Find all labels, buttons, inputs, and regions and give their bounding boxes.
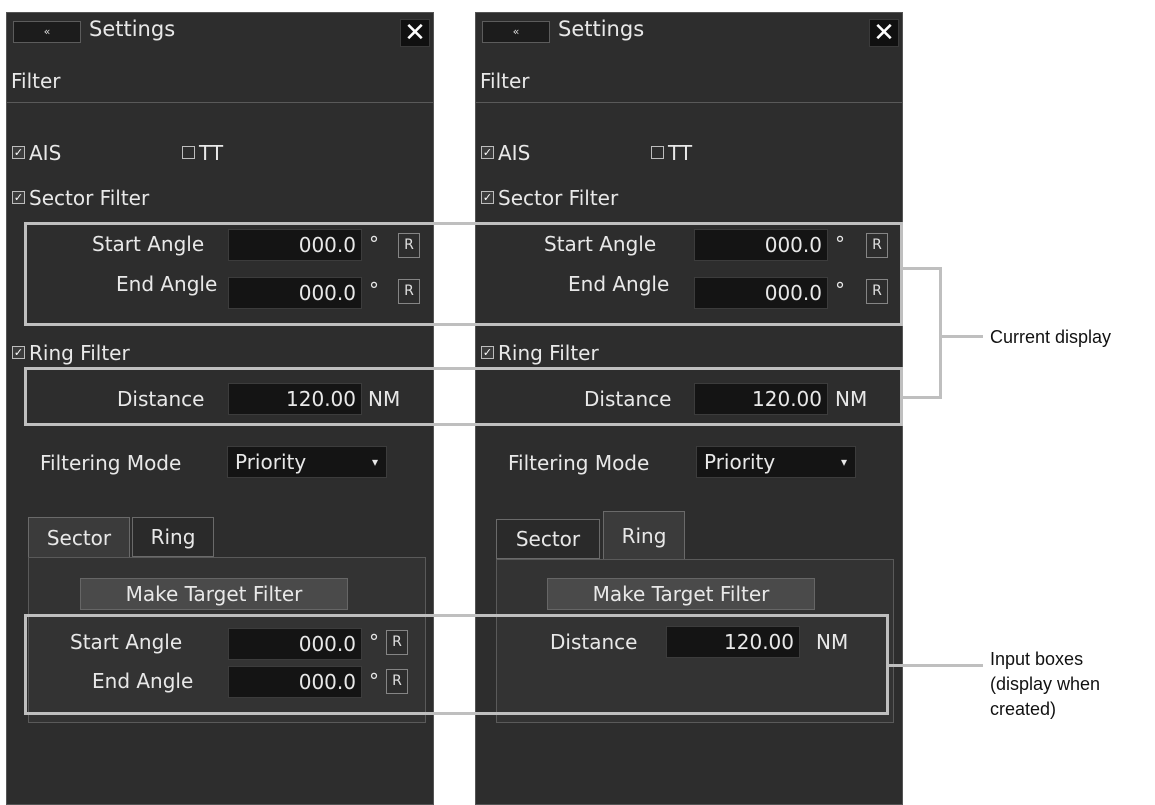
checkmark-icon: ✓	[12, 191, 25, 204]
tab-ring[interactable]: Ring	[132, 517, 214, 557]
ais-checkbox[interactable]: ✓ AIS	[12, 141, 61, 165]
checkmark-icon: ✓	[481, 146, 494, 159]
ais-label: AIS	[498, 141, 531, 165]
filtering-mode-value: Priority	[235, 450, 307, 474]
ais-label: AIS	[29, 141, 62, 165]
checkmark-icon: ✓	[12, 146, 25, 159]
ring-filter-checkbox[interactable]: ✓ Ring Filter	[481, 341, 599, 365]
divider	[476, 102, 902, 103]
ring-filter-checkbox[interactable]: ✓ Ring Filter	[12, 341, 130, 365]
ring-filter-label: Ring Filter	[498, 341, 599, 365]
double-chevron-left-icon: «	[43, 25, 51, 38]
ais-checkbox[interactable]: ✓ AIS	[481, 141, 530, 165]
tab-sector[interactable]: Sector	[496, 519, 600, 559]
leader-line	[942, 335, 983, 338]
make-target-filter-button[interactable]: Make Target Filter	[547, 578, 815, 610]
filtering-mode-label: Filtering Mode	[508, 451, 650, 475]
section-label-filter: Filter	[11, 69, 61, 93]
input-boxes-annotation: Input boxes (display when created)	[990, 649, 1101, 719]
leader-line	[889, 664, 983, 667]
sector-filter-label: Sector Filter	[29, 186, 150, 210]
close-icon: ✕	[404, 18, 426, 48]
panel-title: Settings	[558, 17, 645, 41]
filtering-mode-value: Priority	[704, 450, 776, 474]
close-button[interactable]: ✕	[400, 19, 430, 47]
bracket-line	[939, 267, 942, 399]
tt-label: TT	[668, 141, 693, 165]
tt-checkbox[interactable]: TT	[182, 141, 223, 165]
sector-filter-label: Sector Filter	[498, 186, 619, 210]
bracket-line	[903, 267, 942, 270]
filtering-mode-select[interactable]: Priority ▾	[227, 446, 387, 478]
close-button[interactable]: ✕	[869, 19, 899, 47]
double-chevron-left-icon: «	[512, 25, 520, 38]
tab-ring[interactable]: Ring	[603, 511, 685, 559]
checkbox-empty-icon	[651, 146, 664, 159]
caret-down-icon: ▾	[371, 455, 378, 469]
checkmark-icon: ✓	[481, 191, 494, 204]
sector-filter-checkbox[interactable]: ✓ Sector Filter	[481, 186, 618, 210]
sector-filter-checkbox[interactable]: ✓ Sector Filter	[12, 186, 149, 210]
ring-filter-label: Ring Filter	[29, 341, 130, 365]
bracket-line	[903, 396, 942, 399]
make-target-filter-button[interactable]: Make Target Filter	[80, 578, 348, 610]
title-bar: « Settings ✕	[476, 13, 902, 58]
tab-sector[interactable]: Sector	[28, 517, 130, 559]
current-display-sector-box	[24, 222, 903, 326]
title-bar: « Settings ✕	[7, 13, 433, 58]
collapse-button[interactable]: «	[482, 21, 550, 43]
checkmark-icon: ✓	[12, 346, 25, 359]
caret-down-icon: ▾	[840, 455, 847, 469]
panel-title: Settings	[89, 17, 176, 41]
filtering-mode-label: Filtering Mode	[40, 451, 182, 475]
current-display-ring-box	[24, 367, 903, 426]
collapse-button[interactable]: «	[13, 21, 81, 43]
tt-checkbox[interactable]: TT	[651, 141, 692, 165]
section-label-filter: Filter	[480, 69, 530, 93]
filtering-mode-select[interactable]: Priority ▾	[696, 446, 856, 478]
checkmark-icon: ✓	[481, 346, 494, 359]
current-display-annotation: Current display	[990, 327, 1112, 347]
input-boxes-box	[24, 614, 889, 715]
close-icon: ✕	[873, 18, 895, 48]
checkbox-empty-icon	[182, 146, 195, 159]
tt-label: TT	[199, 141, 224, 165]
divider	[7, 102, 433, 103]
